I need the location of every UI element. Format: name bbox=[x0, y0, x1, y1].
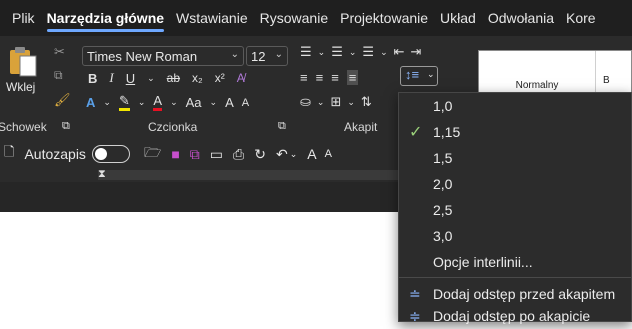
redo-icon[interactable]: ↻ bbox=[254, 146, 266, 163]
dialog-launcher-icon[interactable]: ⧉ bbox=[62, 120, 70, 133]
option-label: 1,15 bbox=[433, 124, 461, 140]
sort-icon[interactable]: ⇅ bbox=[361, 94, 372, 110]
autosave-toggle[interactable] bbox=[91, 145, 130, 163]
font-size-value: 12 bbox=[251, 48, 266, 64]
line-spacing-option-2-0[interactable]: 2,0 bbox=[399, 171, 631, 197]
checkmark-icon: ✓ bbox=[409, 124, 423, 141]
line-spacing-option-2-5[interactable]: 2,5 bbox=[399, 197, 631, 223]
align-center-icon[interactable]: ≡ bbox=[316, 70, 324, 85]
chevron-down-icon[interactable]: ⌄ bbox=[347, 97, 355, 108]
line-spacing-menu: 1,0 ✓ 1,15 1,5 2,0 2,5 3,0 Opcje interli… bbox=[398, 92, 632, 324]
tab-design[interactable]: Projektowanie bbox=[334, 0, 434, 36]
option-label: 1,5 bbox=[433, 150, 453, 166]
superscript-button[interactable]: x² bbox=[215, 71, 225, 85]
font-name-select[interactable]: Times New Roman ⌄ bbox=[82, 46, 244, 66]
clear-formatting-icon[interactable]: A̸ bbox=[237, 71, 245, 85]
line-spacing-icon: ↕≡ bbox=[405, 67, 420, 82]
numbering-icon[interactable]: ☰ bbox=[331, 44, 343, 60]
subscript-button[interactable]: x₂ bbox=[192, 71, 203, 85]
undo-icon[interactable]: ↶ bbox=[276, 146, 288, 163]
chevron-down-icon[interactable]: ⌄ bbox=[103, 97, 111, 108]
add-space-after-item[interactable]: ≑ Dodaj odstęp po akapicie bbox=[399, 303, 631, 329]
shrink-font-icon[interactable]: A bbox=[325, 148, 332, 160]
justify-icon[interactable]: ≡ bbox=[346, 70, 359, 85]
option-label: 1,0 bbox=[433, 98, 453, 114]
tab-layout[interactable]: Układ bbox=[434, 0, 482, 36]
menu-divider bbox=[399, 277, 631, 278]
cut-icon[interactable]: ✂ bbox=[54, 44, 65, 60]
bullets-icon[interactable]: ☰ bbox=[300, 44, 312, 60]
chevron-down-icon[interactable]: ⌄ bbox=[290, 149, 298, 160]
clipboard-icon bbox=[10, 47, 37, 77]
print-icon[interactable]: ⎙ bbox=[233, 146, 244, 163]
chevron-down-icon: ⌄ bbox=[427, 69, 435, 79]
chevron-down-icon[interactable]: ⌄ bbox=[210, 97, 218, 108]
line-spacing-options-item[interactable]: Opcje interlinii... bbox=[399, 249, 631, 275]
shrink-font-button[interactable]: A bbox=[242, 97, 249, 109]
line-spacing-option-1-0[interactable]: 1,0 bbox=[399, 93, 631, 119]
option-label: 2,0 bbox=[433, 176, 453, 192]
chevron-down-icon: ⌄ bbox=[274, 49, 283, 60]
save-icon[interactable]: ■ bbox=[171, 146, 179, 162]
shading-icon[interactable]: ⛀ bbox=[300, 94, 311, 110]
indent-marker-icon[interactable]: ⧗ bbox=[98, 168, 106, 181]
font-color-icon[interactable]: A bbox=[153, 94, 163, 111]
increase-indent-icon[interactable]: ⇥ bbox=[411, 44, 422, 60]
line-spacing-option-1-5[interactable]: 1,5 bbox=[399, 145, 631, 171]
tab-draw[interactable]: Rysowanie bbox=[254, 0, 334, 36]
align-left-icon[interactable]: ≡ bbox=[300, 70, 308, 85]
chevron-down-icon[interactable]: ⌄ bbox=[317, 97, 325, 108]
tab-plik[interactable]: Plik bbox=[0, 0, 41, 36]
document-icon: 🗋 bbox=[4, 144, 15, 159]
dialog-launcher-icon[interactable]: ⧉ bbox=[278, 120, 286, 133]
option-label: 3,0 bbox=[433, 228, 453, 244]
tab-home[interactable]: Narzędzia główne bbox=[41, 0, 170, 36]
tab-insert[interactable]: Wstawianie bbox=[170, 0, 254, 36]
group-label-font: Czcionka bbox=[148, 120, 198, 134]
change-case-button[interactable]: Aa bbox=[186, 95, 202, 110]
format-painter-icon[interactable]: 🖌 bbox=[54, 92, 71, 108]
open-folder-icon[interactable]: 🗁 bbox=[144, 142, 161, 166]
style-next[interactable]: B bbox=[603, 75, 610, 86]
chevron-down-icon[interactable]: ⌄ bbox=[349, 47, 357, 58]
option-label: Opcje interlinii... bbox=[433, 254, 533, 270]
italic-button[interactable]: I bbox=[109, 70, 113, 86]
font-name-value: Times New Roman bbox=[87, 48, 198, 64]
chevron-down-icon[interactable]: ⌄ bbox=[318, 47, 326, 58]
chevron-down-icon: ⌄ bbox=[230, 49, 239, 60]
space-before-icon: ≐ bbox=[409, 285, 421, 302]
chevron-down-icon[interactable]: ⌄ bbox=[170, 97, 178, 108]
print-preview-icon[interactable]: ▭ bbox=[210, 146, 223, 163]
group-label-paragraph: Akapit bbox=[344, 120, 378, 134]
line-spacing-button[interactable]: ↕≡ ⌄ bbox=[400, 66, 438, 86]
line-spacing-option-1-15[interactable]: ✓ 1,15 bbox=[399, 119, 631, 145]
decrease-indent-icon[interactable]: ⇤ bbox=[394, 44, 405, 60]
paste-label: Wklej bbox=[6, 80, 36, 94]
underline-button[interactable]: U bbox=[126, 71, 135, 86]
align-right-icon[interactable]: ≡ bbox=[331, 70, 339, 85]
multilevel-list-icon[interactable]: ☰ bbox=[362, 44, 374, 60]
chevron-down-icon[interactable]: ⌄ bbox=[380, 47, 388, 58]
option-label: Dodaj odstęp przed akapitem bbox=[433, 286, 616, 302]
chevron-down-icon[interactable]: ⌄ bbox=[147, 73, 155, 84]
highlight-icon[interactable]: ✎ bbox=[118, 94, 130, 111]
chevron-down-icon[interactable]: ⌄ bbox=[138, 97, 146, 108]
line-spacing-option-3-0[interactable]: 3,0 bbox=[399, 223, 631, 249]
text-effects-icon[interactable]: A bbox=[86, 95, 95, 110]
borders-icon[interactable]: ⊞ bbox=[330, 94, 341, 110]
font-size-select[interactable]: 12 ⌄ bbox=[246, 46, 288, 66]
option-label: 2,5 bbox=[433, 202, 453, 218]
ribbon-tabs: Plik Narzędzia główne Wstawianie Rysowan… bbox=[0, 0, 632, 36]
tab-references[interactable]: Odwołania bbox=[482, 0, 560, 36]
grow-font-button[interactable]: A bbox=[225, 95, 234, 110]
tab-review[interactable]: Kore bbox=[560, 0, 602, 36]
save-as-icon[interactable]: ⧉ bbox=[190, 146, 200, 163]
paste-button[interactable]: Wklej bbox=[4, 42, 40, 102]
grow-font-icon[interactable]: A bbox=[307, 146, 316, 162]
strikethrough-button[interactable]: ab bbox=[167, 71, 180, 85]
autosave-label: Autozapis bbox=[24, 146, 86, 162]
copy-icon[interactable]: ⧉ bbox=[54, 68, 63, 83]
bold-button[interactable]: B bbox=[88, 71, 97, 86]
group-label-clipboard: Schowek bbox=[0, 120, 47, 134]
